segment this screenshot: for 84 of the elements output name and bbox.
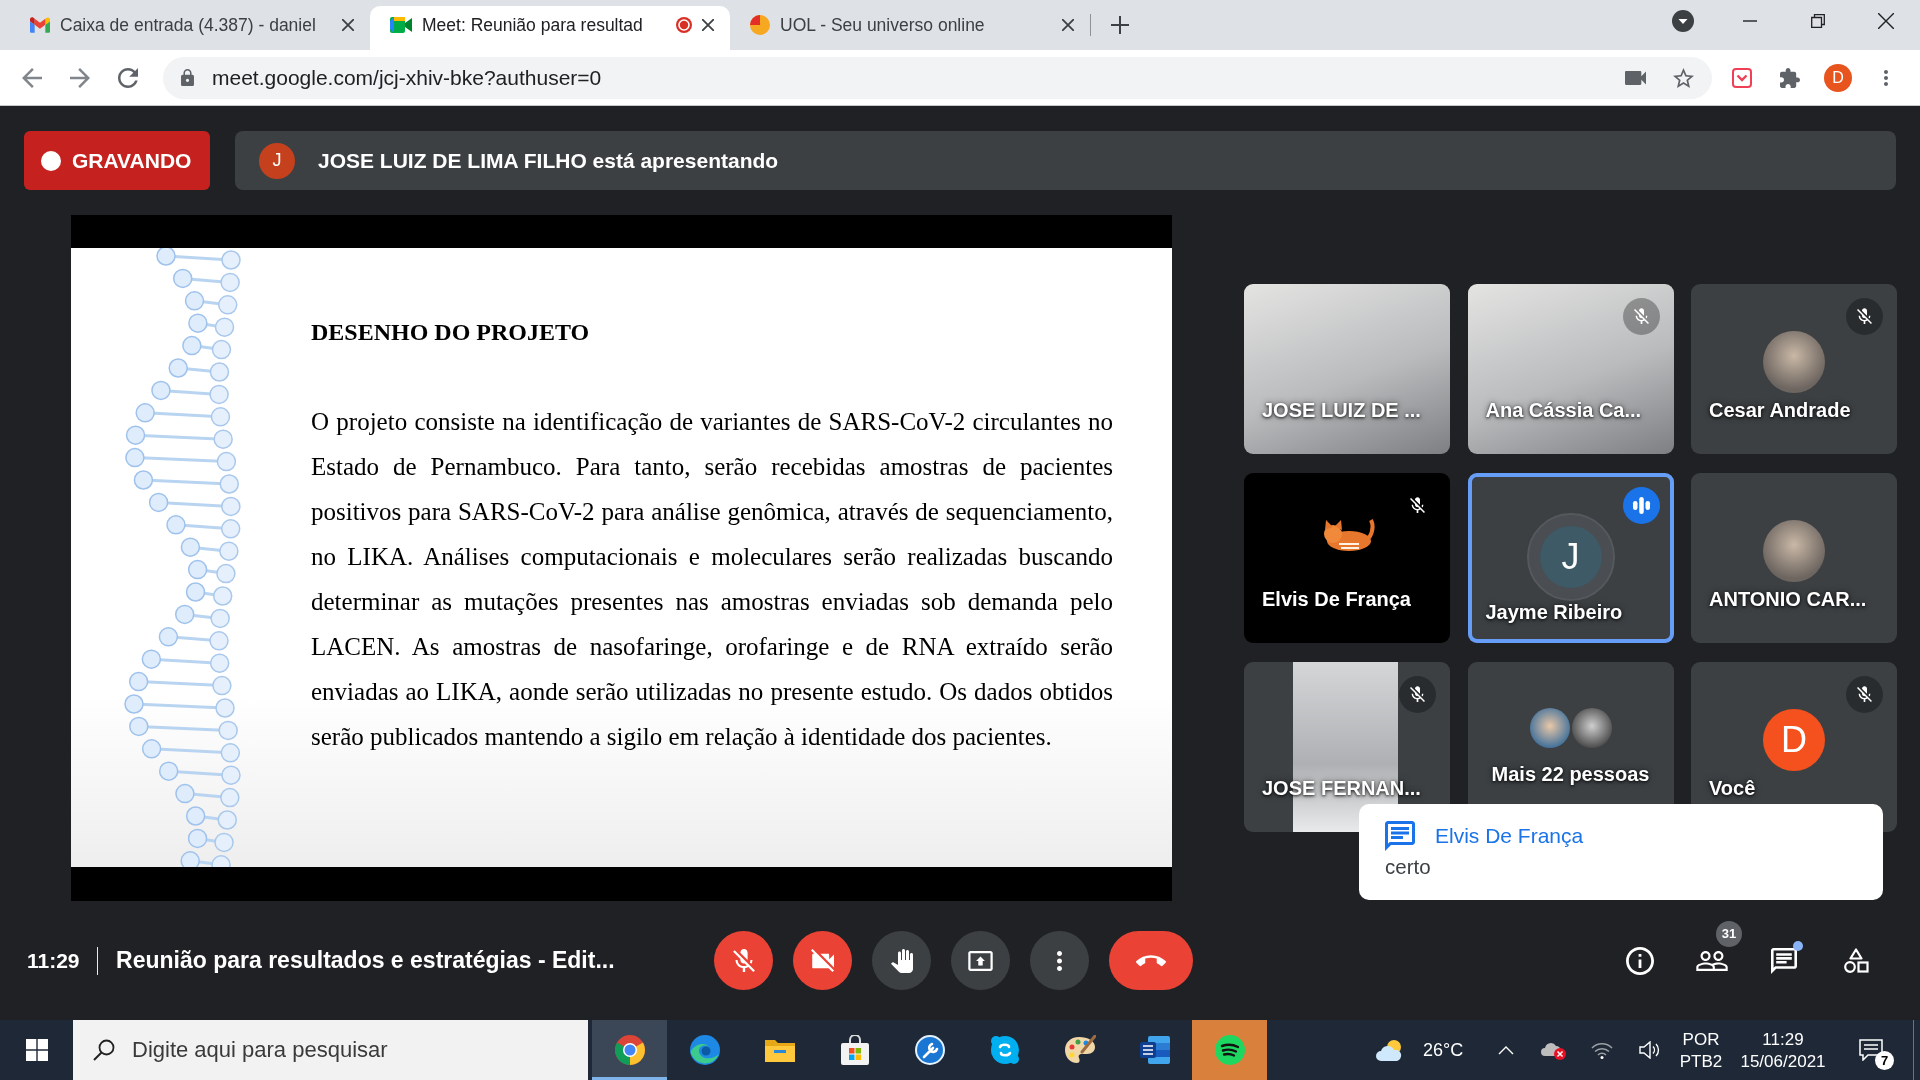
browser-tab[interactable]: Caixa de entrada (4.387) - daniel bbox=[10, 6, 370, 50]
participant-name: JOSE LUIZ DE ... bbox=[1261, 399, 1422, 423]
search-field[interactable]: Digite aqui para pesquisar bbox=[73, 1020, 588, 1080]
participant-name: Elvis De França bbox=[1261, 588, 1412, 612]
meeting-title: Reunião para resultados e estratégias - Edit... bbox=[116, 947, 615, 974]
speaking-indicator-icon bbox=[1622, 487, 1660, 524]
presenter-text: JOSE LUIZ DE LIMA FILHO está apresentando bbox=[318, 148, 779, 173]
envelope-icon bbox=[30, 17, 50, 33]
temperature-text[interactable]: 26°C bbox=[1413, 1039, 1482, 1061]
avatar-initial: D bbox=[1763, 708, 1825, 771]
search-icon bbox=[93, 1039, 115, 1061]
close-icon[interactable] bbox=[1878, 13, 1894, 29]
notification-count: 7 bbox=[1875, 1051, 1894, 1070]
people-icon[interactable] bbox=[1696, 950, 1728, 971]
participant-name: Cesar Andrade bbox=[1708, 399, 1852, 423]
slide-title: DESENHO DO PROJETO bbox=[311, 318, 591, 347]
message-text: certo bbox=[1385, 855, 1432, 879]
speaker-icon[interactable] bbox=[1639, 1041, 1661, 1059]
mic-off-icon bbox=[732, 949, 755, 972]
puzzle-icon[interactable] bbox=[1780, 67, 1800, 88]
recording-dot-icon bbox=[41, 150, 61, 171]
wifi-icon[interactable] bbox=[1591, 1041, 1613, 1059]
meeting-time: 11:29 bbox=[27, 948, 80, 973]
forward-arrow-icon[interactable] bbox=[70, 67, 90, 88]
avatar-initial: J bbox=[1539, 526, 1602, 588]
presenter-avatar: J bbox=[259, 142, 295, 179]
plus-icon[interactable] bbox=[1111, 16, 1129, 34]
address-field[interactable]: meet.google.com/jcj-xhiv-bke?authuser=0 bbox=[163, 56, 1712, 99]
restore-icon[interactable] bbox=[1811, 14, 1825, 28]
avatar-photo bbox=[1571, 707, 1612, 748]
windows-logo-icon[interactable] bbox=[25, 1039, 48, 1061]
more-icon bbox=[1057, 950, 1062, 971]
participant-name: Jayme Ribeiro bbox=[1484, 601, 1624, 625]
chevron-up-icon[interactable] bbox=[1498, 1045, 1514, 1055]
notification-icon[interactable] bbox=[1859, 1039, 1883, 1061]
recording-label: GRAVANDO bbox=[72, 148, 192, 173]
down-caret-icon[interactable] bbox=[1672, 10, 1694, 32]
participant-name: ANTONIO CAR... bbox=[1708, 588, 1868, 612]
phone-hangup-icon bbox=[1136, 954, 1166, 967]
video-camera-icon[interactable] bbox=[1625, 70, 1646, 85]
participant-name: Você bbox=[1708, 777, 1757, 801]
close-icon[interactable] bbox=[702, 19, 714, 31]
present-icon bbox=[968, 950, 993, 971]
document-icon bbox=[1139, 1036, 1170, 1064]
menu-icon[interactable] bbox=[1884, 69, 1888, 86]
avatar-photo bbox=[1529, 707, 1570, 748]
shopping-bag-icon bbox=[840, 1035, 869, 1065]
browser-icon bbox=[614, 1035, 645, 1065]
profile-avatar[interactable]: D bbox=[1824, 63, 1852, 92]
ball-icon bbox=[750, 15, 770, 35]
star-icon[interactable] bbox=[1673, 67, 1694, 88]
chat-icon bbox=[1385, 821, 1415, 851]
sound-waves-icon bbox=[1214, 1035, 1245, 1065]
video-camera-icon bbox=[390, 17, 412, 33]
chevron-square-icon[interactable] bbox=[1732, 67, 1752, 88]
input-language[interactable]: POR bbox=[1682, 1029, 1720, 1049]
chat-icon[interactable] bbox=[1771, 947, 1797, 974]
slide-paragraph: O projeto consiste na identificação de variantes de SARS-CoV-2 circulantes no Estado de Pernambuco. Para tanto, serão recebidas amostras de pacientes positivos para SARS-CoV-2 para análise genômica, através de sequenciamento, no LIKA. Análises computacionais e moleculares serão realizadas buscando determinar as mutações presentes nas amostras enviadas sob demanda pelo LACEN. As amostras de nasofaringe, orofaringe e de RNA extraído serão enviadas ao LIKA, aonde serão utilizadas no presente estudo. Os dados obtidos serão publicados mantendo a sigilo em relação à identidade dos pacientes. bbox=[311, 407, 1113, 752]
close-icon[interactable] bbox=[342, 19, 354, 31]
browser-tab[interactable]: UOL - Seu universo online bbox=[730, 6, 1090, 50]
back-arrow-icon[interactable] bbox=[22, 67, 42, 88]
wrench-icon bbox=[914, 1035, 945, 1065]
folder-icon bbox=[764, 1038, 795, 1062]
swirl-icon bbox=[689, 1035, 720, 1065]
clock-time[interactable]: 11:29 bbox=[1762, 1029, 1804, 1049]
cloud-error-icon[interactable] bbox=[1541, 1040, 1567, 1060]
participant-count-badge: 31 bbox=[1716, 920, 1742, 947]
clock-date[interactable]: 15/06/2021 bbox=[1740, 1051, 1826, 1071]
lock-icon bbox=[181, 69, 194, 86]
taskbar-button[interactable] bbox=[592, 1020, 667, 1080]
hand-icon bbox=[890, 948, 913, 973]
shapes-icon[interactable] bbox=[1843, 947, 1869, 974]
chat-notification[interactable]: Elvis De França certo bbox=[1359, 804, 1883, 900]
close-icon[interactable] bbox=[1062, 19, 1074, 31]
info-icon[interactable] bbox=[1626, 946, 1654, 975]
participant-name: Ana Cássia Ca... bbox=[1484, 399, 1643, 423]
reload-icon[interactable] bbox=[118, 67, 138, 88]
keyboard-layout[interactable]: PTB2 bbox=[1679, 1051, 1723, 1071]
browser-tab[interactable]: Meet: Reunião para resultad bbox=[370, 6, 730, 50]
palette-icon bbox=[1063, 1035, 1096, 1065]
participant-name: Mais 22 pessoas bbox=[1490, 763, 1651, 787]
messenger-icon bbox=[989, 1035, 1020, 1065]
camera-off-icon bbox=[811, 949, 834, 972]
sender-name: Elvis De França bbox=[1435, 824, 1584, 848]
